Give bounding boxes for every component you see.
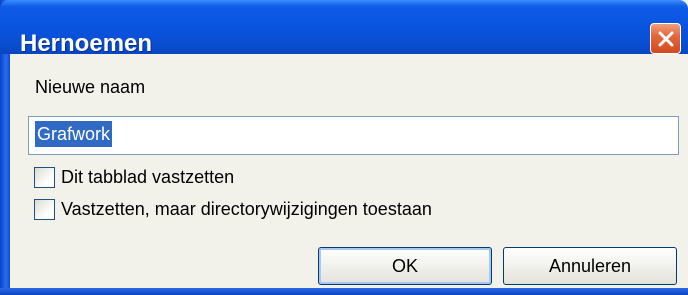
close-button[interactable] [650, 23, 681, 54]
window-frame-bottom [0, 288, 688, 295]
new-name-label: Nieuwe naam [35, 77, 146, 97]
lock-tab-checkbox[interactable] [34, 167, 55, 188]
close-icon [658, 31, 673, 46]
new-name-input[interactable]: Grafwork [28, 116, 679, 155]
checkbox-row-lock-tab[interactable]: Dit tabblad vastzetten [34, 167, 234, 188]
title-bar[interactable]: Hernoemen [0, 0, 688, 57]
ok-button[interactable]: OK [318, 247, 492, 285]
lock-allow-dir-label: Vastzetten, maar directorywijzigingen to… [61, 199, 432, 219]
new-name-value: Grafwork [35, 121, 113, 147]
checkbox-row-lock-allow-dir[interactable]: Vastzetten, maar directorywijzigingen to… [34, 199, 432, 220]
lock-tab-label: Dit tabblad vastzetten [61, 167, 235, 187]
lock-allow-dir-checkbox[interactable] [34, 199, 55, 220]
cancel-button[interactable]: Annuleren [503, 247, 677, 285]
